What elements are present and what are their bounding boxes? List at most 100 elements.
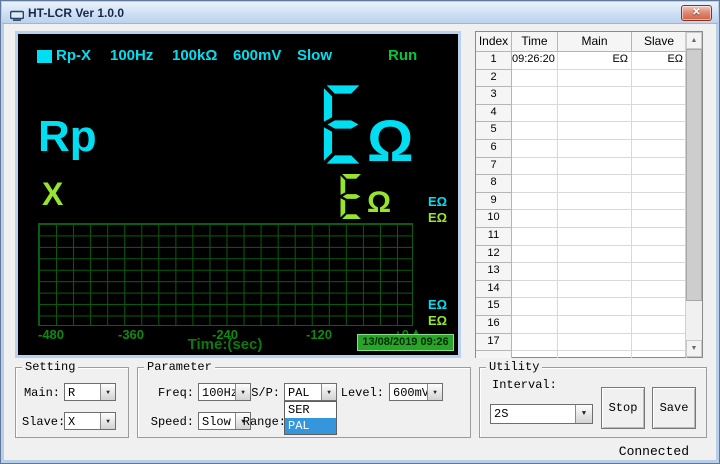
cell-main[interactable] xyxy=(558,298,632,316)
cell-index[interactable]: 2 xyxy=(476,70,512,88)
column-header-index[interactable]: Index xyxy=(476,32,512,52)
scroll-down-icon[interactable]: ▼ xyxy=(686,340,702,357)
stop-button[interactable]: Stop xyxy=(601,387,645,429)
cell-time[interactable] xyxy=(512,140,558,158)
cell-main[interactable] xyxy=(558,70,632,88)
column-header-slave[interactable]: Slave xyxy=(632,32,687,52)
chevron-down-icon[interactable]: ▼ xyxy=(100,413,115,429)
table-row[interactable]: 5 xyxy=(476,122,687,140)
cell-index[interactable]: 15 xyxy=(476,298,512,316)
cell-main[interactable] xyxy=(558,351,632,358)
cell-slave[interactable] xyxy=(632,140,687,158)
cell-main[interactable] xyxy=(558,263,632,281)
cell-main[interactable] xyxy=(558,334,632,352)
table-row[interactable]: 2 xyxy=(476,70,687,88)
cell-time[interactable] xyxy=(512,210,558,228)
cell-time[interactable] xyxy=(512,351,558,358)
table-row[interactable]: 14 xyxy=(476,281,687,299)
cell-main[interactable] xyxy=(558,210,632,228)
cell-index[interactable]: 16 xyxy=(476,316,512,334)
cell-time[interactable] xyxy=(512,70,558,88)
cell-slave[interactable] xyxy=(632,175,687,193)
cell-time[interactable] xyxy=(512,316,558,334)
scrollbar-thumb[interactable] xyxy=(686,49,702,301)
cell-slave[interactable] xyxy=(632,263,687,281)
table-row[interactable]: 1 09:26:20 EΩ EΩ xyxy=(476,52,687,70)
cell-slave[interactable] xyxy=(632,281,687,299)
cell-slave[interactable] xyxy=(632,228,687,246)
slave-select[interactable]: X ▼ xyxy=(64,412,116,430)
level-select[interactable]: 600mV ▼ xyxy=(389,383,443,401)
sp-option-ser[interactable]: SER xyxy=(285,402,336,418)
chevron-down-icon[interactable]: ▼ xyxy=(100,384,115,400)
cell-index[interactable]: 5 xyxy=(476,122,512,140)
cell-index[interactable]: 3 xyxy=(476,87,512,105)
table-row[interactable]: 12 xyxy=(476,246,687,264)
table-row[interactable]: 13 xyxy=(476,263,687,281)
scroll-up-icon[interactable]: ▲ xyxy=(686,32,702,49)
cell-index[interactable]: 7 xyxy=(476,158,512,176)
cell-index[interactable]: 14 xyxy=(476,281,512,299)
table-row[interactable]: 16 xyxy=(476,316,687,334)
cell-time[interactable] xyxy=(512,228,558,246)
cell-time[interactable] xyxy=(512,122,558,140)
cell-main[interactable] xyxy=(558,246,632,264)
cell-index[interactable]: 6 xyxy=(476,140,512,158)
cell-index[interactable] xyxy=(476,351,512,358)
cell-slave[interactable] xyxy=(632,70,687,88)
cell-slave[interactable] xyxy=(632,334,687,352)
cell-main[interactable] xyxy=(558,193,632,211)
cell-index[interactable]: 9 xyxy=(476,193,512,211)
cell-time[interactable] xyxy=(512,175,558,193)
cell-time[interactable] xyxy=(512,87,558,105)
cell-index[interactable]: 1 xyxy=(476,52,512,70)
cell-slave[interactable] xyxy=(632,246,687,264)
cell-time[interactable] xyxy=(512,158,558,176)
cell-time[interactable] xyxy=(512,298,558,316)
cell-main[interactable] xyxy=(558,228,632,246)
table-row[interactable]: 10 xyxy=(476,210,687,228)
table-row[interactable]: 17 xyxy=(476,334,687,352)
cell-main[interactable] xyxy=(558,140,632,158)
main-select[interactable]: R ▼ xyxy=(64,383,116,401)
save-button[interactable]: Save xyxy=(652,387,696,429)
cell-index[interactable]: 11 xyxy=(476,228,512,246)
cell-index[interactable]: 13 xyxy=(476,263,512,281)
table-row[interactable]: 8 xyxy=(476,175,687,193)
interval-select[interactable]: 2S ▼ xyxy=(490,404,593,424)
cell-slave[interactable] xyxy=(632,210,687,228)
sp-option-pal[interactable]: PAL xyxy=(285,418,336,434)
cell-index[interactable]: 10 xyxy=(476,210,512,228)
cell-index[interactable]: 8 xyxy=(476,175,512,193)
cell-index[interactable]: 12 xyxy=(476,246,512,264)
table-row[interactable]: 4 xyxy=(476,105,687,123)
column-header-main[interactable]: Main xyxy=(558,32,632,52)
cell-slave[interactable] xyxy=(632,316,687,334)
table-scrollbar[interactable]: ▲ ▼ xyxy=(685,32,702,357)
cell-slave[interactable] xyxy=(632,298,687,316)
title-bar[interactable]: HT-LCR Ver 1.0.0 ✕ xyxy=(2,2,718,24)
column-header-time[interactable]: Time xyxy=(512,32,558,52)
cell-slave[interactable] xyxy=(632,122,687,140)
cell-time[interactable] xyxy=(512,193,558,211)
table-row[interactable]: 11 xyxy=(476,228,687,246)
cell-slave[interactable]: EΩ xyxy=(632,52,687,70)
cell-main[interactable] xyxy=(558,281,632,299)
chevron-down-icon[interactable]: ▼ xyxy=(575,405,592,423)
cell-main[interactable] xyxy=(558,105,632,123)
table-row[interactable]: 6 xyxy=(476,140,687,158)
table-row[interactable]: 7 xyxy=(476,158,687,176)
table-row[interactable] xyxy=(476,351,687,358)
cell-slave[interactable] xyxy=(632,193,687,211)
table-row[interactable]: 3 xyxy=(476,87,687,105)
table-row[interactable]: 15 xyxy=(476,298,687,316)
cell-main[interactable]: EΩ xyxy=(558,52,632,70)
cell-slave[interactable] xyxy=(632,158,687,176)
cell-slave[interactable] xyxy=(632,105,687,123)
cell-time[interactable] xyxy=(512,246,558,264)
cell-main[interactable] xyxy=(558,158,632,176)
cell-main[interactable] xyxy=(558,122,632,140)
cell-slave[interactable] xyxy=(632,351,687,358)
cell-main[interactable] xyxy=(558,316,632,334)
cell-time[interactable] xyxy=(512,263,558,281)
